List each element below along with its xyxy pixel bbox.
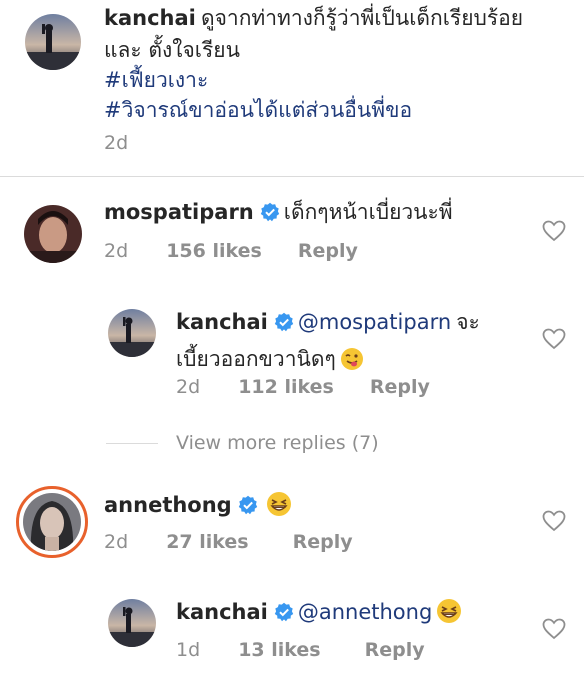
username[interactable]: annethong	[104, 493, 232, 517]
comment-meta: 1d 13 likes Reply	[176, 639, 425, 661]
reply-body-2: kanchai @annethong	[176, 598, 462, 633]
reply-button[interactable]: Reply	[370, 376, 430, 398]
comment-timestamp: 2d	[176, 376, 201, 398]
mention-link[interactable]: @annethong	[298, 600, 432, 624]
verified-badge-icon	[260, 202, 280, 231]
avatar-mospatiparn[interactable]	[24, 205, 82, 263]
comment-body-3: annethong	[104, 491, 292, 526]
comment-meta: 2d 156 likes Reply	[104, 240, 358, 262]
hashtag-link[interactable]: #เฟี้ยวเงาะ	[104, 66, 574, 94]
likes-count[interactable]: 13 likes	[238, 639, 320, 661]
avatar-kanchai[interactable]	[108, 309, 156, 357]
comment-text-line2: และ ตั้งใจเรียน	[104, 38, 240, 62]
username[interactable]: kanchai	[176, 310, 268, 334]
grinning-squint-emoji-icon	[436, 598, 462, 633]
verified-badge-icon	[238, 495, 258, 524]
comment-meta: 2d	[104, 132, 128, 154]
likes-count[interactable]: 112 likes	[238, 376, 334, 398]
reply-button[interactable]: Reply	[298, 240, 358, 262]
comment-meta: 2d 27 likes Reply	[104, 531, 353, 553]
heart-outline-icon[interactable]	[542, 328, 566, 354]
heart-outline-icon[interactable]	[542, 510, 566, 536]
heart-outline-icon[interactable]	[542, 618, 566, 644]
likes-count[interactable]: 156 likes	[166, 240, 262, 262]
section-divider	[0, 176, 584, 177]
verified-badge-icon	[274, 312, 294, 341]
mention-link[interactable]: @mospatiparn	[298, 310, 451, 334]
likes-count[interactable]: 27 likes	[166, 531, 248, 553]
username[interactable]: mospatiparn	[104, 200, 254, 224]
comment-text: เด็กๆหน้าเบี่ยวนะพี่	[283, 200, 453, 224]
hashtag-link[interactable]: #วิจารณ์ขาอ่อนได้แต่ส่วนอื่นพี่ขอ	[104, 96, 574, 124]
username[interactable]: kanchai	[104, 6, 196, 30]
comment-body-2: mospatiparn เด็กๆหน้าเบี่ยวนะพี่	[104, 198, 453, 231]
reply-button[interactable]: Reply	[365, 639, 425, 661]
heart-outline-icon[interactable]	[542, 220, 566, 246]
comment-text-line2: เบี้ยวออกขวานิดๆ	[176, 347, 336, 371]
view-replies-line	[106, 443, 158, 444]
comment-timestamp: 1d	[176, 639, 201, 661]
comment-text: จะ	[456, 310, 480, 334]
username[interactable]: kanchai	[176, 600, 268, 624]
avatar-kanchai[interactable]	[25, 14, 81, 70]
avatar-annethong[interactable]	[16, 486, 88, 558]
reply-button[interactable]: Reply	[293, 531, 353, 553]
comment-meta: 2d 112 likes Reply	[176, 376, 430, 398]
comment-text: ดูจากท่าทางก็รู้ว่าพี่เป็นเด็กเรียบร้อย	[200, 6, 524, 30]
comment-timestamp: 2d	[104, 531, 129, 553]
verified-badge-icon	[274, 602, 294, 631]
comment-body-1: kanchai ดูจากท่าทางก็รู้ว่าพี่เป็นเด็กเร…	[104, 4, 574, 124]
view-more-replies-button[interactable]: View more replies (7)	[176, 432, 379, 454]
comment-timestamp: 2d	[104, 132, 129, 154]
reply-body-1: kanchai @mospatiparn จะ เบี้ยวออกขวานิดๆ	[176, 308, 496, 380]
grinning-squint-emoji-icon	[266, 491, 292, 526]
avatar-kanchai[interactable]	[108, 599, 156, 647]
comment-timestamp: 2d	[104, 240, 129, 262]
